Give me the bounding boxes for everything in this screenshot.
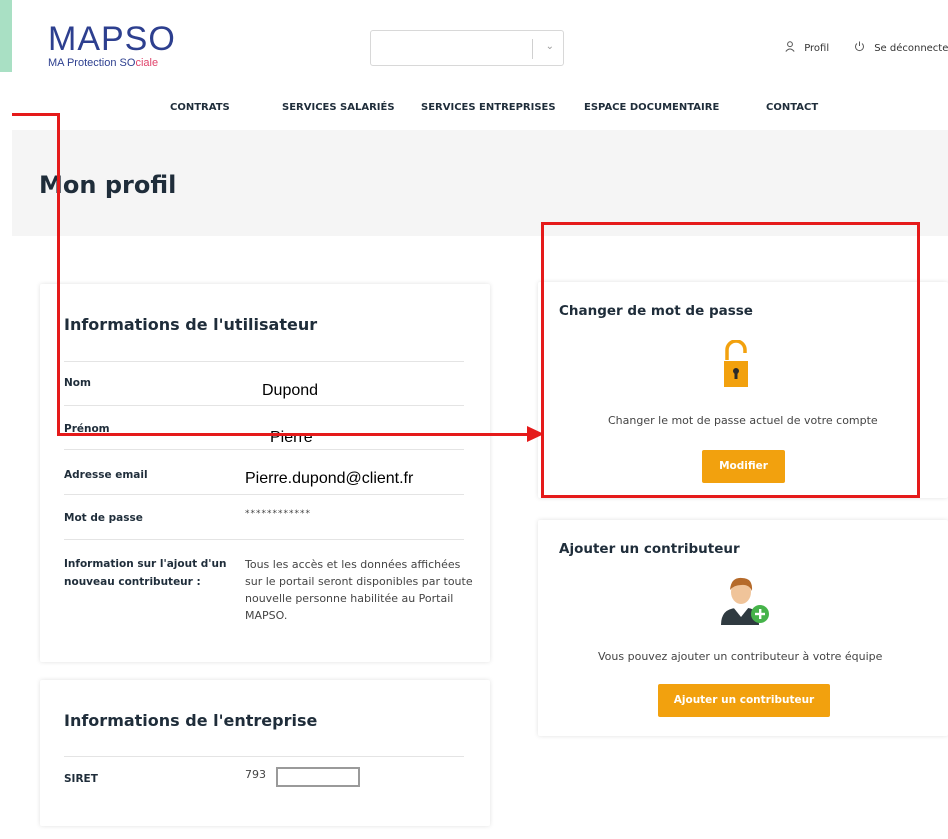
divider [64,405,464,406]
nav-espace-documentaire[interactable]: ESPACE DOCUMENTAIRE [584,102,719,113]
divider [64,756,464,757]
annotation-line [57,433,529,436]
page-title-band: Mon profil [12,130,948,236]
user-icon [785,41,798,54]
company-info-title: Informations de l'entreprise [64,711,318,730]
nav-services-entreprises[interactable]: SERVICES ENTREPRISES [421,102,556,113]
contributor-info-label-line2: nouveau contributeur : [64,576,201,588]
siret-label: SIRET [64,773,98,785]
mapso-logo[interactable]: MAPSO MA Protection SOciale [48,22,176,69]
profile-link[interactable]: Profil [785,41,829,54]
nav-services-salaries[interactable]: SERVICES SALARIÉS [282,102,395,113]
email-value: Pierre.dupond@client.fr [245,470,414,487]
company-info-card [40,680,490,826]
divider [64,361,464,362]
divider [64,449,464,450]
nom-value: Dupond [262,382,319,399]
logo-tagline-accent: ciale [135,57,159,69]
chevron-down-icon: ⌄ [545,41,554,52]
page: MAPSO MA Protection SOciale ⌄ Profil Se … [12,0,948,839]
user-info-title: Informations de l'utilisateur [64,315,318,334]
contributor-card-description: Vous pouvez ajouter un contributeur à vo… [598,650,883,663]
profile-link-label: Profil [804,43,830,54]
logo-wordmark: MAPSO [48,20,176,58]
logout-link[interactable]: Se déconnecter [854,41,948,54]
add-user-avatar-icon [719,575,771,631]
company-select[interactable]: ⌄ [370,30,564,66]
add-contributor-button[interactable]: Ajouter un contributeur [658,684,830,717]
select-separator [532,39,533,59]
siret-masked-box [276,767,360,787]
contributor-info-label-line1: Information sur l'ajout d'un [64,558,227,570]
logo-tagline-main: MA Protection SO [48,57,136,69]
divider [64,539,464,540]
nom-label: Nom [64,377,91,389]
logout-link-label: Se déconnecter [874,43,948,54]
logo-tagline: MA Protection SOciale [48,57,176,69]
power-icon [854,41,868,54]
contributor-card-title: Ajouter un contributeur [559,541,740,557]
email-label: Adresse email [64,469,148,481]
password-value: ************ [245,509,311,519]
annotation-line [12,113,60,116]
siret-value: 793 [245,768,266,781]
nav-contrats[interactable]: CONTRATS [170,102,230,113]
contributor-info-text: Tous les accès et les données affichées … [245,558,473,622]
annotation-line [57,113,60,436]
prenom-value: Pierre [270,429,313,446]
nav-contact[interactable]: CONTACT [766,102,818,113]
password-label: Mot de passe [64,512,143,524]
annotation-highlight-box [541,222,920,498]
divider [64,494,464,495]
